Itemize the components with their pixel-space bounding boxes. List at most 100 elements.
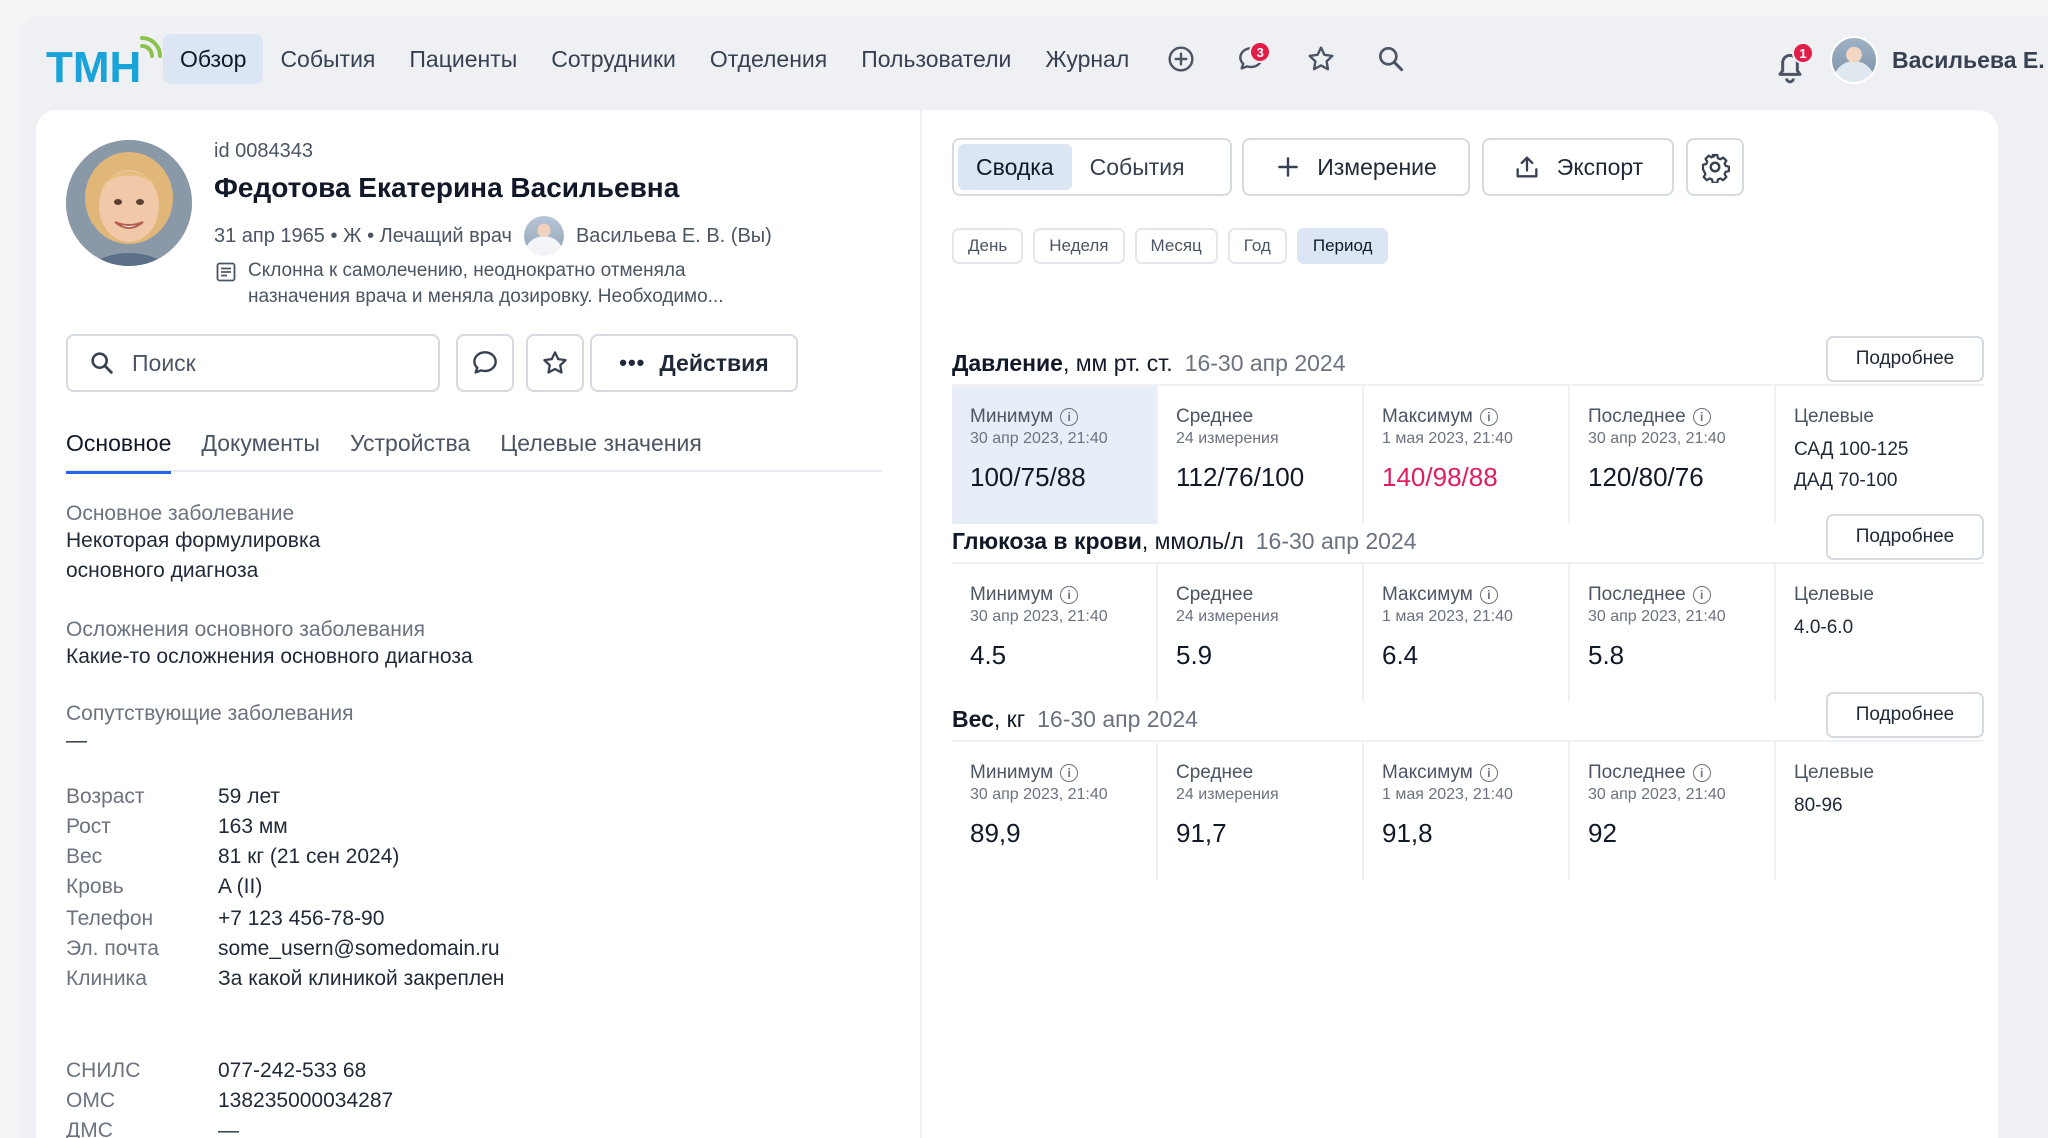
stat-cell[interactable]: Минимум i 30 апр 2023, 21:40 4.5 — [952, 564, 1158, 702]
add-measurement-button[interactable]: Измерение — [1242, 138, 1470, 196]
period-chip[interactable]: Неделя — [1033, 228, 1125, 264]
info-icon[interactable]: i — [1692, 764, 1711, 782]
complications-value: Какие-то осложнения основного диагноза — [66, 645, 473, 668]
stat-label: Максимум — [1382, 584, 1473, 605]
stat-sub: 1 мая 2023, 21:40 — [1382, 430, 1513, 447]
info-icon[interactable]: i — [1692, 586, 1711, 604]
target-label: Целевые — [1794, 406, 1874, 427]
info-icon[interactable]: i — [1479, 764, 1498, 782]
search-icon — [91, 352, 113, 374]
view-tab[interactable]: События — [1072, 144, 1203, 190]
details-button[interactable]: Подробнее — [1826, 692, 1984, 738]
stat-label: Минимум — [970, 406, 1054, 427]
stat-sub: 1 мая 2023, 21:40 — [1382, 786, 1513, 803]
stat-cell[interactable]: Минимум i 30 апр 2023, 21:40 89,9 — [952, 742, 1158, 880]
logo[interactable]: ТМН — [46, 34, 164, 94]
nav-item[interactable]: Обзор — [163, 34, 264, 84]
export-button[interactable]: Экспорт — [1482, 138, 1674, 196]
nav-item[interactable]: Журнал — [1028, 34, 1146, 84]
details-button[interactable]: Подробнее — [1826, 514, 1984, 560]
search-icon — [1379, 46, 1404, 72]
view-tab[interactable]: Сводка — [958, 144, 1072, 190]
settings-button[interactable] — [1686, 138, 1744, 196]
stat-cell[interactable]: Среднее 24 измерения 91,7 — [1158, 742, 1364, 880]
info-icon[interactable]: i — [1479, 586, 1498, 604]
detail-key: Эл. почта — [66, 937, 159, 960]
favorite-button[interactable] — [526, 334, 584, 392]
metric-period: 16-30 апр 2024 — [1037, 706, 1198, 732]
chat-button[interactable] — [456, 334, 514, 392]
target-line: ДАД 70-100 — [1794, 465, 1964, 496]
stat-sub: 30 апр 2023, 21:40 — [970, 786, 1108, 803]
detail-key: Рост — [66, 815, 111, 838]
period-chip[interactable]: Год — [1227, 228, 1287, 264]
star-button[interactable] — [1286, 34, 1356, 84]
stat-cell[interactable]: Последнее i 30 апр 2023, 21:40 5.8 — [1570, 564, 1776, 702]
add-circle-button[interactable] — [1146, 34, 1216, 84]
period-chip[interactable]: Период — [1296, 228, 1389, 264]
stat-value: 140/98/88 — [1382, 462, 1498, 492]
stat-sub: 30 апр 2023, 21:40 — [970, 430, 1108, 447]
stat-cell[interactable]: Максимум i 1 мая 2023, 21:40 140/98/88 — [1364, 386, 1570, 524]
info-icon[interactable]: i — [1060, 764, 1079, 782]
stat-cell[interactable]: Последнее i 30 апр 2023, 21:40 92 — [1570, 742, 1776, 880]
tab-item[interactable]: Устройства — [350, 430, 470, 472]
stat-cell[interactable]: Среднее 24 измерения 5.9 — [1158, 564, 1364, 702]
tab-item[interactable]: Целевые значения — [500, 430, 702, 472]
vitals-group: Возраст 59 лет Рост 163 мм Вес 81 кг (21 сен … — [66, 782, 666, 902]
gear-icon — [1701, 153, 1730, 183]
metric-period: 16-30 апр 2024 — [1184, 350, 1346, 376]
nav-item[interactable]: События — [263, 34, 392, 84]
stat-cell[interactable]: Среднее 24 измерения 112/76/100 — [1158, 386, 1364, 524]
stat-label-row: Максимум i — [1382, 762, 1550, 784]
stat-label-row: Среднее — [1176, 762, 1344, 784]
period-chip[interactable]: Месяц — [1134, 228, 1218, 264]
patient-name: Федотова Екатерина Васильевна — [214, 172, 680, 203]
stat-label-row: Последнее i — [1588, 406, 1756, 428]
search-input[interactable]: Поиск — [66, 334, 440, 392]
target-key: САД — [1794, 439, 1834, 460]
stat-label: Минимум — [970, 762, 1054, 783]
notifications-button[interactable]: 1 — [1770, 42, 1814, 86]
logo-text: ТМН — [46, 43, 141, 92]
period-chip[interactable]: День — [952, 228, 1024, 264]
info-icon[interactable]: i — [1060, 586, 1079, 604]
doctor-name[interactable]: Васильева Е. В. (Вы) — [576, 225, 772, 248]
stat-cell[interactable]: Максимум i 1 мая 2023, 21:40 91,8 — [1364, 742, 1570, 880]
detail-row: Телефон +7 123 456-78-90 — [66, 904, 666, 934]
tab-item[interactable]: Основное — [66, 430, 172, 474]
patient-id: id 0084343 — [214, 140, 313, 162]
stats-row: Минимум i 30 апр 2023, 21:40 89,9 Среднее 24 … — [952, 740, 1984, 880]
detail-key: СНИЛС — [66, 1059, 141, 1082]
chat-button[interactable]: 3 — [1216, 34, 1286, 84]
nav-item[interactable]: Сотрудники — [534, 34, 693, 84]
target-line: САД 100-125 — [1794, 434, 1964, 465]
patient-meta: 31 апр 1965 • Ж • Лечащий врач Васильева… — [214, 216, 772, 256]
nav-item[interactable]: Отделения — [693, 34, 844, 84]
stat-label: Последнее — [1588, 406, 1686, 427]
stat-cell[interactable]: Последнее i 30 апр 2023, 21:40 120/80/76 — [1570, 386, 1776, 524]
target-value: 4.0-6.0 — [1794, 617, 1854, 638]
actions-button[interactable]: ••• Действия — [590, 334, 798, 392]
tab-item[interactable]: Документы — [201, 430, 320, 472]
info-icon[interactable]: i — [1692, 408, 1711, 426]
user-menu[interactable]: Васильева Е. В. — [1830, 36, 2048, 84]
notifications-badge: 1 — [1792, 42, 1814, 64]
app-window: ТМН Обзор События Пациенты Сотрудники Отделе… — [20, 16, 2048, 1138]
stat-label: Среднее — [1176, 762, 1254, 783]
search-button[interactable] — [1356, 34, 1426, 84]
detail-value: За какой клиникой закреплен — [218, 967, 505, 990]
nav-item[interactable]: Пользователи — [844, 34, 1028, 84]
detail-row: ОМС 138235000034287 — [66, 1086, 666, 1116]
more-dots-icon: ••• — [619, 350, 646, 375]
detail-key: ОМС — [66, 1089, 115, 1112]
stat-cell[interactable]: Минимум i 30 апр 2023, 21:40 100/75/88 — [952, 386, 1158, 524]
comorbid-value: — — [66, 729, 87, 752]
stat-cell[interactable]: Максимум i 1 мая 2023, 21:40 6.4 — [1364, 564, 1570, 702]
target-value: 70-100 — [1838, 470, 1898, 491]
nav-item[interactable]: Пациенты — [392, 34, 534, 84]
info-icon[interactable]: i — [1060, 408, 1079, 426]
doctor-avatar — [523, 216, 564, 256]
details-button[interactable]: Подробнее — [1826, 336, 1984, 382]
info-icon[interactable]: i — [1479, 408, 1498, 426]
